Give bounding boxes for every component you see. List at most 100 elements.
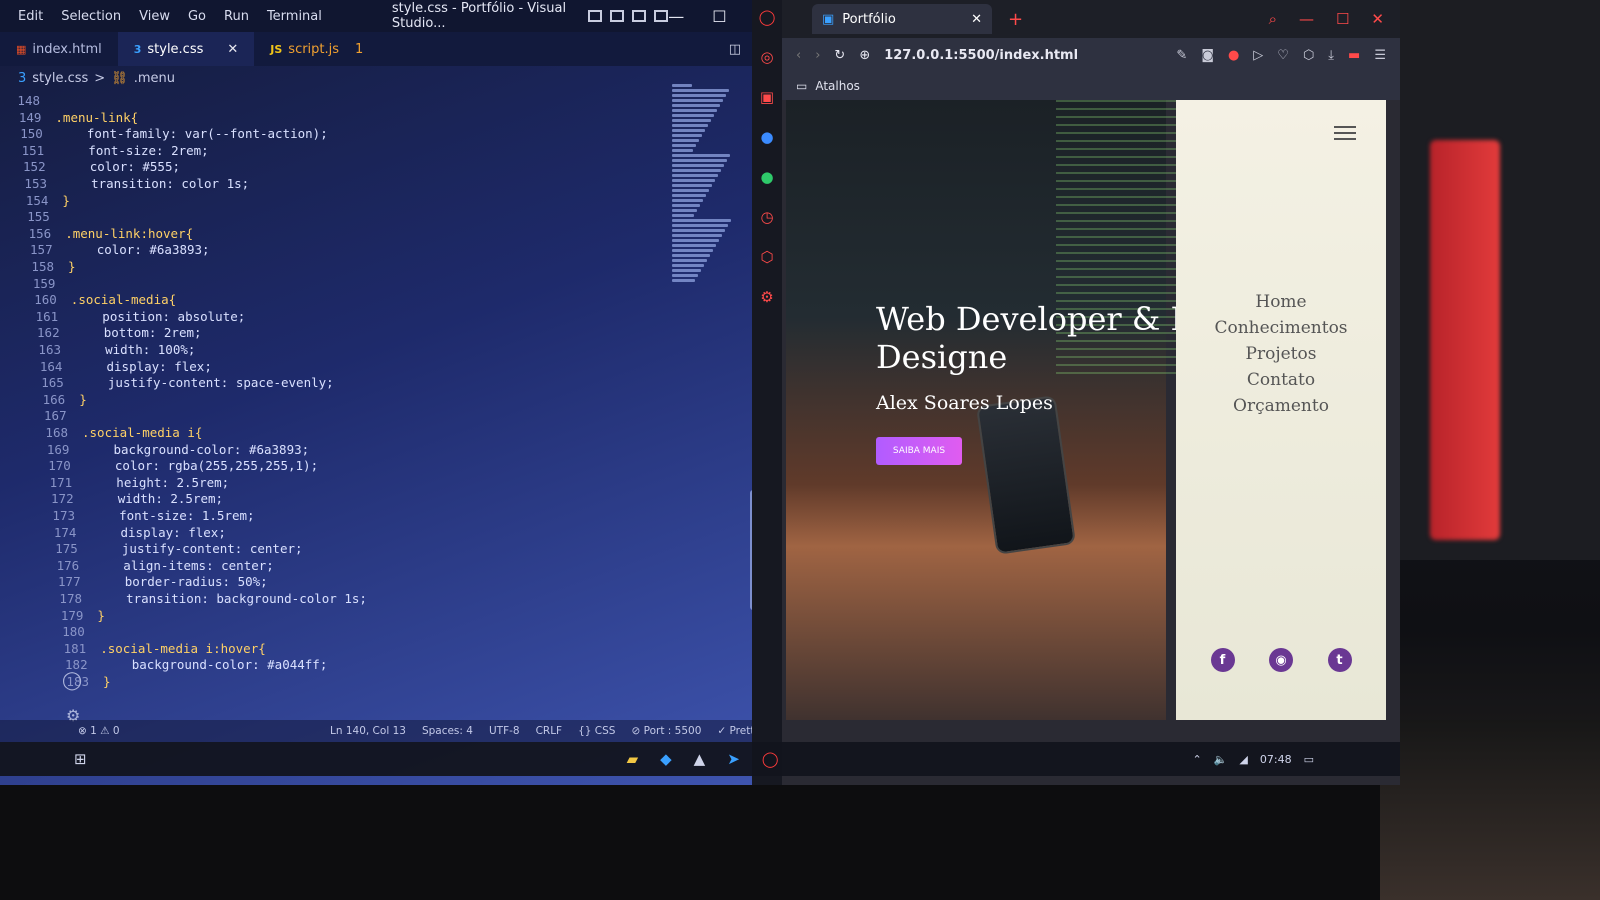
- minimap[interactable]: [672, 82, 740, 362]
- camera-icon[interactable]: ◙: [1201, 48, 1214, 63]
- code-line[interactable]: 166}: [25, 391, 87, 408]
- menu-terminal[interactable]: Terminal: [267, 9, 322, 24]
- code-line[interactable]: 149 .menu-link{: [1, 109, 138, 126]
- line-ending[interactable]: CRLF: [536, 725, 563, 737]
- live-server-port[interactable]: ⊘ Port : 5500: [631, 725, 701, 737]
- url-field[interactable]: 127.0.0.1:5500/index.html: [884, 48, 1078, 63]
- code-line[interactable]: 151 font-size: 2rem;: [4, 142, 209, 159]
- edit-icon[interactable]: ✎: [1176, 48, 1187, 63]
- cursor-position[interactable]: Ln 140, Col 13: [330, 725, 406, 737]
- code-line[interactable]: 173 font-size: 1.5rem;: [35, 507, 254, 524]
- menu-link-projetos[interactable]: Projetos: [1246, 344, 1317, 364]
- menu-view[interactable]: View: [139, 9, 170, 24]
- tab-style-css[interactable]: 3 style.css ✕: [117, 32, 255, 66]
- opera-taskbar-icon[interactable]: ◯: [762, 750, 779, 768]
- clock[interactable]: 07:48: [1260, 753, 1292, 766]
- code-line[interactable]: 159: [15, 275, 69, 292]
- settings-icon[interactable]: ⚙: [760, 288, 773, 306]
- code-line[interactable]: 150 font-family: var(--font-action);: [3, 125, 328, 142]
- code-line[interactable]: 177 border-radius: 50%;: [41, 573, 268, 590]
- maximize-icon[interactable]: ☐: [712, 7, 726, 26]
- minimize-icon[interactable]: —: [668, 7, 684, 26]
- discord-icon[interactable]: ◉: [1269, 648, 1293, 672]
- code-line[interactable]: 160 .social-media{: [17, 291, 176, 308]
- shopping-icon[interactable]: ▣: [760, 88, 774, 106]
- back-icon[interactable]: ‹: [796, 48, 801, 63]
- menu-selection[interactable]: Selection: [61, 9, 121, 24]
- code-line[interactable]: 155: [10, 208, 64, 225]
- code-line[interactable]: 171 height: 2.5rem;: [32, 474, 230, 491]
- code-line[interactable]: 153 transition: color 1s;: [7, 175, 249, 192]
- code-line[interactable]: 148: [0, 92, 54, 109]
- battery-icon[interactable]: ▬: [1348, 48, 1360, 63]
- code-line[interactable]: 162 bottom: 2rem;: [20, 324, 202, 341]
- telegram-icon[interactable]: ➤: [727, 750, 740, 768]
- volume-icon[interactable]: 🔈: [1214, 753, 1228, 766]
- close-tab-icon[interactable]: ✕: [227, 42, 238, 57]
- encoding[interactable]: UTF-8: [489, 725, 520, 737]
- problems-indicator[interactable]: ⊗ 1 ⚠ 0: [78, 725, 120, 737]
- code-line[interactable]: 165 justify-content: space-evenly;: [24, 374, 333, 391]
- network-icon[interactable]: ◢: [1239, 753, 1247, 766]
- tab-script-js[interactable]: JS script.js 1: [254, 32, 379, 66]
- twitter-icon[interactable]: t: [1327, 648, 1352, 672]
- code-line[interactable]: 181 .social-media i:hover{: [46, 640, 266, 657]
- code-line[interactable]: 157 color: #6a3893;: [13, 241, 210, 258]
- code-line[interactable]: 169 background-color: #6a3893;: [29, 441, 309, 458]
- saiba-mais-button[interactable]: SAIBA MAIS: [876, 437, 962, 465]
- breadcrumb-symbol[interactable]: .menu: [134, 71, 175, 86]
- code-line[interactable]: 167: [27, 407, 81, 424]
- code-line[interactable]: 168 .social-media i{: [28, 424, 202, 441]
- toggle-panel-icon[interactable]: [610, 10, 625, 22]
- code-line[interactable]: 161 position: absolute;: [18, 308, 246, 325]
- maximize-icon[interactable]: ☐: [1336, 10, 1349, 28]
- extensions-icon[interactable]: ⬡: [760, 248, 773, 266]
- heart-icon[interactable]: ♡: [1277, 48, 1289, 63]
- menu-go[interactable]: Go: [188, 9, 206, 24]
- split-editor-icon[interactable]: ◫: [729, 42, 741, 57]
- new-tab-icon[interactable]: +: [1008, 9, 1023, 30]
- tray-chevron-icon[interactable]: ⌃: [1193, 753, 1202, 766]
- menu-edit[interactable]: Edit: [18, 9, 43, 24]
- cube-icon[interactable]: ⬡: [1303, 48, 1314, 63]
- site-info-icon[interactable]: ⊕: [859, 48, 870, 63]
- code-editor[interactable]: 148 149 .menu-link{150 font-family: var(--…: [0, 92, 760, 692]
- code-line[interactable]: 178 transition: background-color 1s;: [42, 590, 367, 607]
- speed-dial-icon[interactable]: ◎: [760, 48, 773, 66]
- menu-run[interactable]: Run: [224, 9, 249, 24]
- facebook-icon[interactable]: f: [1210, 648, 1235, 672]
- code-line[interactable]: 172 width: 2.5rem;: [34, 490, 223, 507]
- play-icon[interactable]: ▷: [1253, 48, 1263, 63]
- notifications-icon[interactable]: ▭: [1304, 753, 1314, 766]
- download-icon[interactable]: ⤓: [1328, 48, 1334, 63]
- bookmark-folder-atalhos[interactable]: Atalhos: [815, 79, 860, 93]
- language-mode[interactable]: {} CSS: [578, 725, 615, 737]
- code-line[interactable]: 152 color: #555;: [6, 158, 180, 175]
- opera-logo-icon[interactable]: ◯: [759, 8, 776, 26]
- customize-layout-icon[interactable]: [654, 10, 669, 22]
- code-line[interactable]: 182 background-color: #a044ff;: [48, 656, 327, 673]
- menu-icon[interactable]: ☰: [1374, 48, 1386, 63]
- whatsapp-icon[interactable]: ●: [760, 168, 773, 186]
- forward-icon[interactable]: ›: [815, 48, 820, 63]
- code-line[interactable]: 163 width: 100%;: [21, 341, 195, 358]
- file-explorer-icon[interactable]: ▰: [627, 750, 639, 768]
- shield-icon[interactable]: ●: [1228, 48, 1239, 63]
- toggle-secondary-sidebar-icon[interactable]: [632, 10, 647, 22]
- code-line[interactable]: 156 .menu-link:hover{: [11, 225, 194, 242]
- code-line[interactable]: 158}: [14, 258, 75, 275]
- menu-link-conhecimentos[interactable]: Conhecimentos: [1214, 318, 1347, 338]
- windows-start-icon[interactable]: ⊞: [74, 750, 87, 768]
- minimize-icon[interactable]: —: [1299, 10, 1314, 28]
- code-line[interactable]: 174 display: flex;: [36, 524, 226, 541]
- vscode-taskbar-icon[interactable]: ◆: [660, 750, 672, 768]
- indentation[interactable]: Spaces: 4: [422, 725, 473, 737]
- account-icon[interactable]: ◯: [62, 670, 82, 691]
- code-line[interactable]: 179}: [43, 607, 105, 624]
- code-line[interactable]: 154}: [8, 192, 70, 209]
- code-line[interactable]: 180: [45, 623, 99, 640]
- menu-link-contato[interactable]: Contato: [1247, 370, 1315, 390]
- close-tab-icon[interactable]: ✕: [971, 12, 982, 27]
- tab-index-html[interactable]: ▦ index.html: [0, 32, 118, 66]
- app-icon[interactable]: ▲: [694, 750, 706, 768]
